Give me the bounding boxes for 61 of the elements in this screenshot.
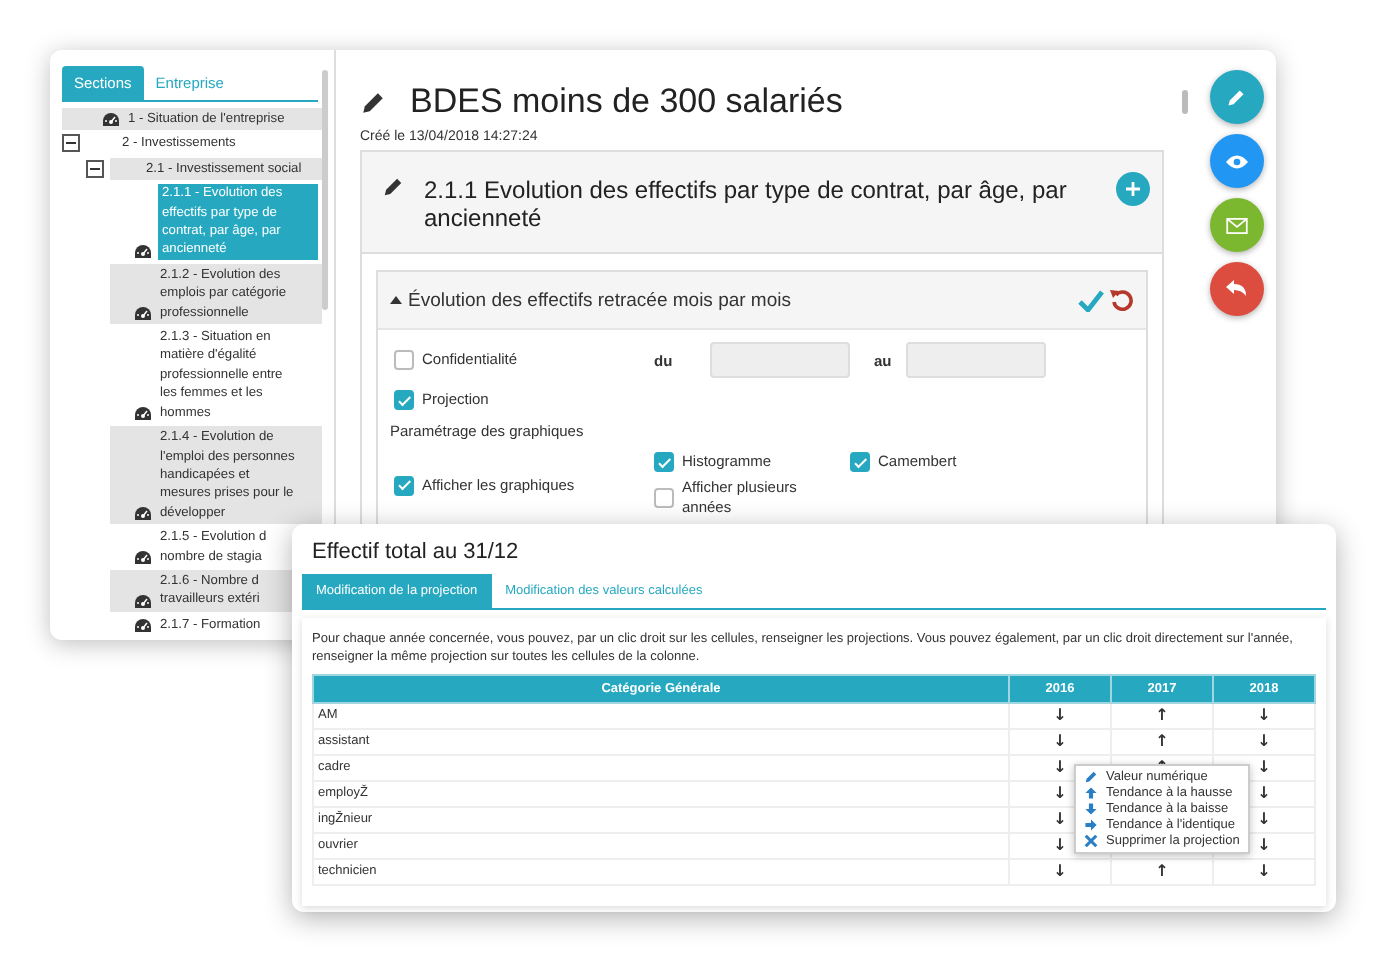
- trend-arrow[interactable]: ↓: [1257, 784, 1271, 802]
- gauge-icon: [102, 112, 120, 129]
- pencil-icon: [1084, 770, 1098, 784]
- gauge-icon: [134, 593, 152, 610]
- plus-icon: [1126, 182, 1140, 196]
- pencil-icon: [360, 89, 386, 115]
- gauge-icon: [134, 618, 152, 635]
- checkbox[interactable]: [394, 475, 414, 495]
- date-field[interactable]: [906, 342, 1046, 378]
- minus-box-icon[interactable]: [62, 134, 80, 153]
- gauge-icon: [134, 406, 152, 423]
- date-field[interactable]: [710, 342, 850, 378]
- trend-arrow[interactable]: ↓: [1257, 836, 1271, 854]
- undo-icon: [1226, 280, 1246, 298]
- checkbox[interactable]: [850, 452, 870, 472]
- minus-box-icon[interactable]: [86, 159, 104, 178]
- scrollbar[interactable]: [1182, 90, 1188, 114]
- collapse-caret-icon[interactable]: [390, 296, 402, 304]
- trend-arrow[interactable]: ↑: [1155, 732, 1169, 750]
- trend-arrow[interactable]: ↓: [1257, 732, 1271, 750]
- trend-arrow[interactable]: ↓: [1257, 758, 1271, 776]
- trend-arrow[interactable]: ↓: [1053, 836, 1067, 854]
- trend-arrow[interactable]: ↑: [1155, 706, 1169, 724]
- checkbox[interactable]: [654, 452, 674, 472]
- checkbox[interactable]: [654, 488, 674, 508]
- pencil-icon: [1226, 87, 1246, 107]
- trend-arrow[interactable]: ↓: [1053, 810, 1067, 828]
- close-icon: [1084, 834, 1098, 848]
- trend-arrow[interactable]: ↓: [1053, 706, 1067, 724]
- checkmark-icon[interactable]: [1078, 289, 1104, 311]
- envelope-icon: [1225, 217, 1247, 233]
- trend-arrow[interactable]: ↓: [1257, 862, 1271, 880]
- eye-icon: [1225, 153, 1247, 169]
- section-title: 2.1.1 Evolution des effectifs par type de contrat, par âge, par ancienneté: [424, 176, 1069, 232]
- dialog-title: Effectif total au 31/12: [310, 538, 521, 568]
- checkbox[interactable]: [394, 390, 414, 410]
- scrollbar[interactable]: [322, 70, 328, 310]
- trend-arrow[interactable]: ↓: [1053, 784, 1067, 802]
- trend-arrow[interactable]: ↑: [1155, 862, 1169, 880]
- gauge-icon: [134, 549, 152, 566]
- gauge-icon: [134, 306, 152, 323]
- view-button[interactable]: [1209, 134, 1263, 188]
- add-button[interactable]: [1116, 172, 1150, 206]
- gauge-icon: [134, 243, 152, 260]
- panel-title: Évolution des effectifs retracée mois par mois: [408, 289, 793, 311]
- arrow-down-icon: [1084, 802, 1098, 816]
- checkbox[interactable]: [394, 350, 414, 370]
- trend-arrow[interactable]: ↓: [1053, 862, 1067, 880]
- gauge-icon: [134, 506, 152, 523]
- edit-button[interactable]: [1209, 70, 1263, 124]
- pencil-icon: [382, 176, 404, 198]
- undo-button[interactable]: [1209, 262, 1263, 316]
- trend-arrow[interactable]: ↓: [1257, 810, 1271, 828]
- trend-arrow[interactable]: ↓: [1257, 706, 1271, 724]
- trend-arrow[interactable]: ↓: [1053, 732, 1067, 750]
- arrow-up-icon: [1084, 786, 1098, 800]
- arrow-right-icon: [1084, 818, 1098, 832]
- trend-arrow[interactable]: ↓: [1053, 758, 1067, 776]
- reset-icon[interactable]: [1110, 288, 1134, 312]
- mail-button[interactable]: [1209, 198, 1263, 252]
- document-title: BDES moins de 300 salariés: [410, 82, 843, 122]
